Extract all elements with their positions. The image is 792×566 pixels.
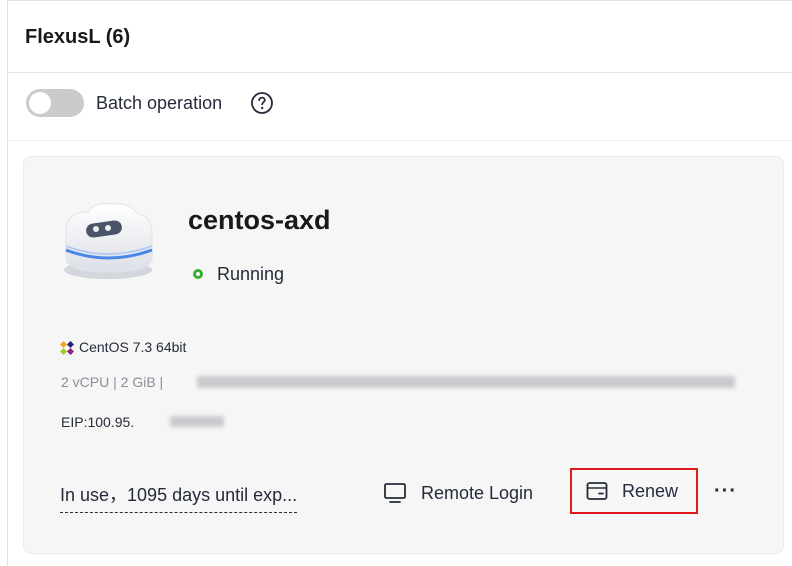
batch-operation-toggle[interactable] <box>26 89 84 117</box>
batch-operation-label: Batch operation <box>96 93 223 113</box>
remote-login-label: Remote Login <box>421 482 534 503</box>
renew-button[interactable]: Renew <box>570 468 698 514</box>
more-actions-button[interactable]: ··· <box>714 480 737 503</box>
section-divider <box>7 140 792 141</box>
panel-title: FlexusL (6) <box>25 26 131 48</box>
expiry-status[interactable]: In use，1095 days until exp... <box>60 481 298 513</box>
status-running-icon <box>193 269 203 279</box>
remote-login-button[interactable]: Remote Login <box>383 478 533 508</box>
renew-label: Renew <box>622 480 679 501</box>
cloud-server-icon <box>64 203 153 279</box>
panel-top-border <box>7 0 792 1</box>
eip-address: EIP:100.95. <box>61 414 135 430</box>
redacted-spec-details <box>197 376 735 388</box>
monitor-icon <box>384 483 406 503</box>
centos-logo-icon <box>60 341 74 355</box>
os-label: CentOS 7.3 64bit <box>79 339 187 355</box>
redacted-eip-suffix <box>170 416 224 427</box>
toggle-knob <box>29 92 51 114</box>
instance-name[interactable]: centos-axd <box>188 205 331 236</box>
panel-left-border <box>7 0 8 566</box>
wallet-icon <box>586 482 608 500</box>
title-divider <box>7 72 792 73</box>
question-circle-icon[interactable] <box>250 91 274 115</box>
instance-status: Running <box>217 264 285 284</box>
instance-specs: 2 vCPU | 2 GiB | <box>61 374 164 390</box>
